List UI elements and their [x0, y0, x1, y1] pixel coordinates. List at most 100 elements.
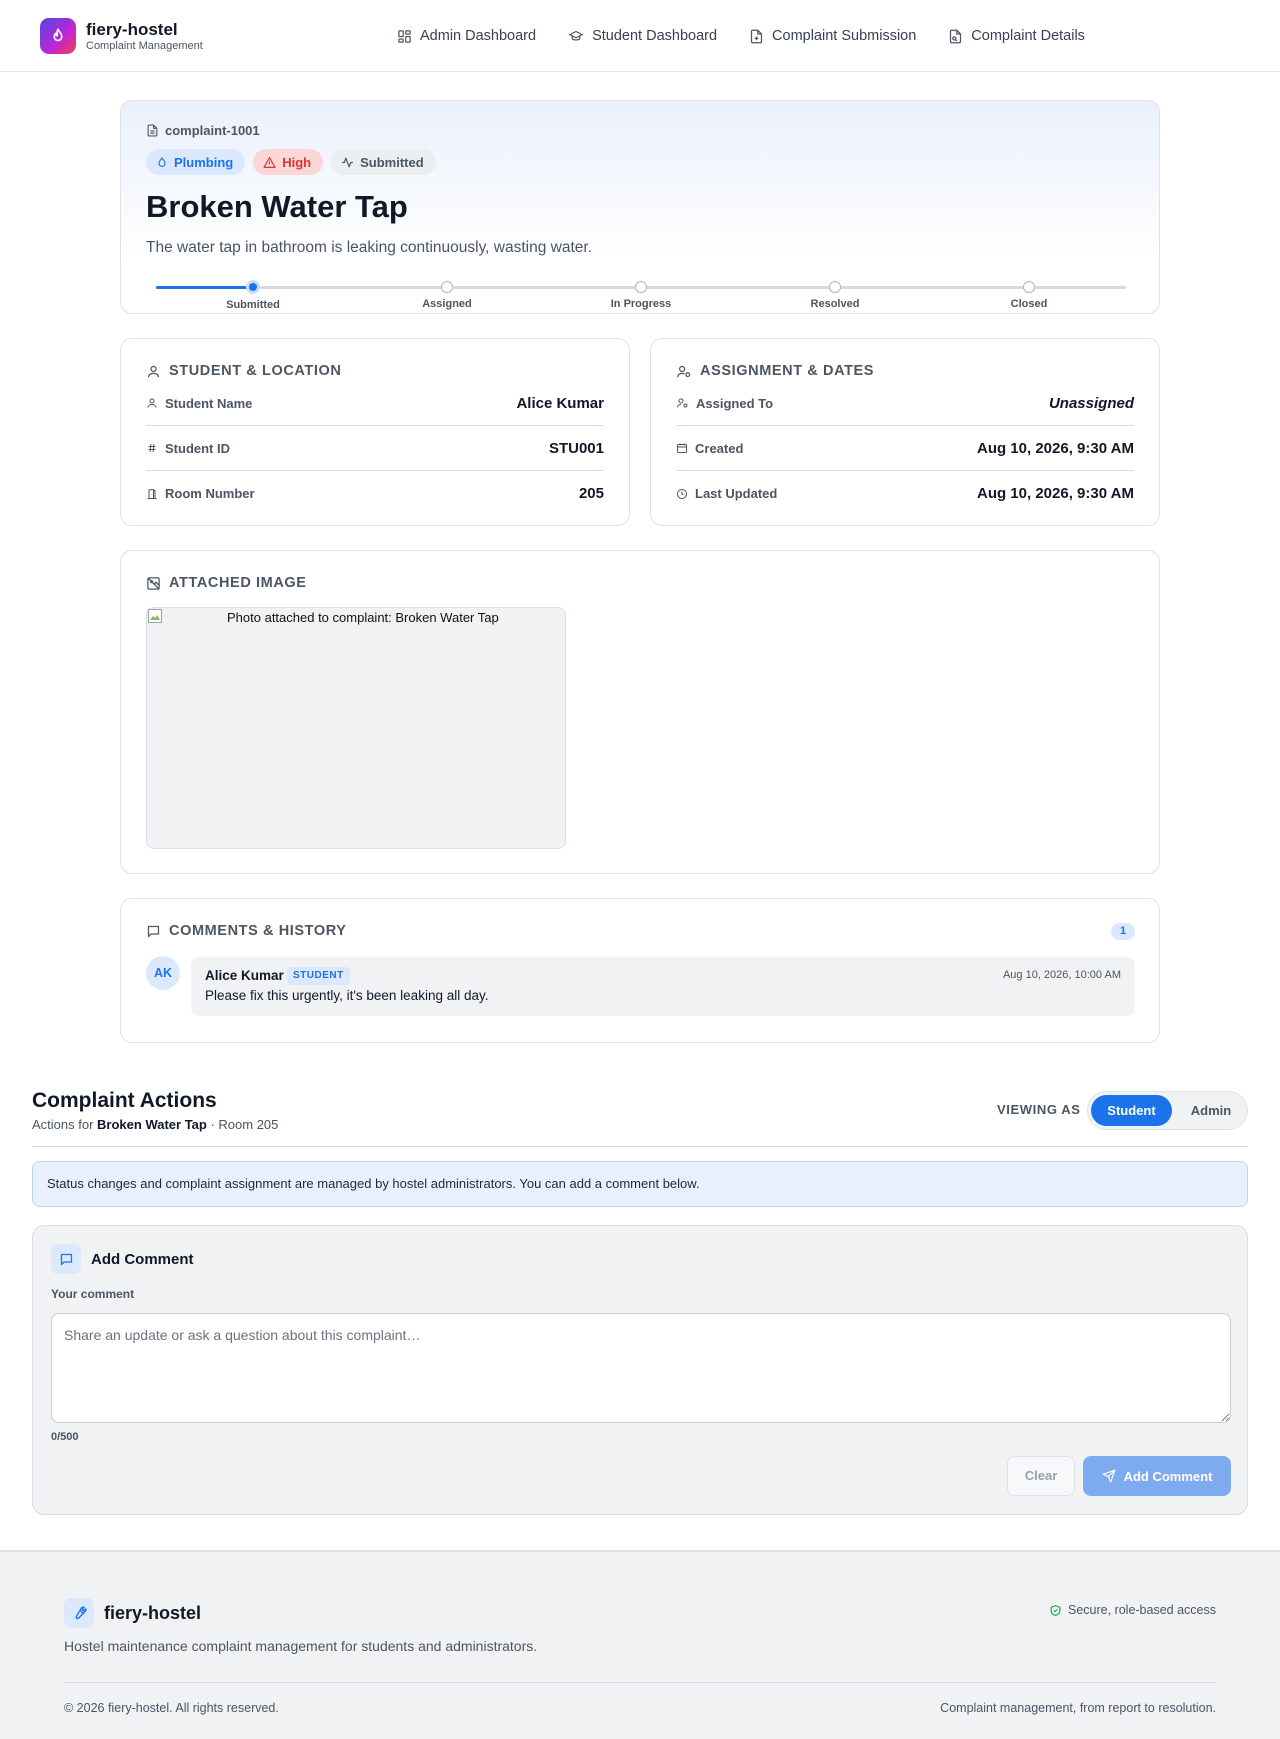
droplet-icon [158, 156, 166, 167]
attached-image-heading: ATTACHED IMAGE [146, 575, 307, 591]
footer: fiery-hostel Secure, role-based access H… [0, 1550, 1280, 1739]
send-icon [1102, 1469, 1115, 1483]
file-plus-icon [750, 29, 763, 43]
clear-button[interactable]: Clear [1007, 1456, 1075, 1496]
secure-access-text: Secure, role-based access [1068, 1603, 1216, 1617]
complaint-photo[interactable]: Photo attached to complaint: Broken Wate… [146, 607, 566, 849]
warning-icon [263, 156, 276, 168]
complaint-id: complaint-1001 [146, 123, 260, 138]
kv-label-text: Assigned To [696, 395, 774, 411]
comment-field-label: Your comment [51, 1287, 135, 1301]
section-title-text: COMMENTS & HISTORY [169, 923, 347, 939]
char-counter: 0/500 [51, 1431, 79, 1443]
nav-complaint-submission[interactable]: Complaint Submission [749, 24, 916, 48]
nav-complaint-details[interactable]: Complaint Details [948, 24, 1085, 48]
step-label: Submitted [226, 299, 280, 311]
category-text: Plumbing [174, 154, 234, 170]
kv-label: Created [676, 441, 743, 456]
kv-label: Student ID [146, 441, 230, 456]
clock-icon [677, 488, 687, 499]
kv-label-text: Created [695, 440, 744, 456]
user-cog-icon [677, 365, 691, 377]
comment-author: Alice Kumar [205, 968, 284, 983]
add-comment-title: Add Comment [91, 1251, 194, 1268]
assignment-dates-heading: ASSIGNMENT & DATES [676, 363, 874, 379]
room-number-value: 205 [578, 485, 604, 502]
section-title-text: STUDENT & LOCATION [169, 363, 342, 379]
progress-step-closed: Closed [969, 281, 1089, 310]
image-off-icon [147, 576, 160, 590]
priority-badge: High [253, 149, 324, 175]
assigned-to-row: Assigned To Unassigned [676, 381, 1134, 426]
app-name: fiery-hostel [86, 19, 178, 39]
viewing-as-label: VIEWING AS [997, 1102, 1081, 1117]
student-id-row: Student ID STU001 [146, 426, 604, 471]
status-progress-track: Submitted Assigned In Progress Resolved … [156, 280, 1126, 311]
footer-brand-name: fiery-hostel [104, 1602, 202, 1623]
dashboard-icon [398, 29, 411, 43]
footer-tagline: Complaint management, from report to res… [940, 1701, 1216, 1715]
footer-divider [64, 1682, 1216, 1683]
actions-subtitle: Actions for Broken Water Tap · Room 205 [32, 1117, 278, 1132]
graduation-cap-icon [569, 30, 583, 41]
wrench-icon [64, 1598, 94, 1628]
brand[interactable]: fiery-hostel Complaint Management [40, 18, 203, 54]
student-id-value: STU001 [548, 439, 604, 457]
section-title-text: ATTACHED IMAGE [169, 575, 307, 591]
message-icon [147, 925, 160, 937]
calendar-icon [677, 443, 687, 453]
progress-step-in-progress: In Progress [581, 281, 701, 310]
kv-label: Room Number [146, 486, 255, 501]
room-number-row: Room Number 205 [146, 471, 604, 516]
complaint-summary-card: complaint-1001 Plumbing High Submitted B… [120, 100, 1160, 314]
actions-subtitle-title: Broken Water Tap [97, 1117, 207, 1132]
step-dot [829, 281, 841, 293]
kv-label-text: Last Updated [695, 486, 778, 501]
footer-description: Hostel maintenance complaint management … [64, 1638, 538, 1654]
photo-alt-text: Photo attached to complaint: Broken Wate… [227, 610, 499, 625]
avatar: AK [146, 956, 180, 990]
attached-image-card: ATTACHED IMAGE Photo attached to complai… [120, 550, 1160, 874]
section-title-text: ASSIGNMENT & DATES [700, 363, 875, 379]
message-icon [51, 1244, 81, 1274]
role-admin-button[interactable]: Admin [1178, 1095, 1244, 1126]
hash-icon [148, 443, 156, 453]
copyright: © 2026 fiery-hostel. All rights reserved… [64, 1701, 279, 1715]
top-navigation-bar: fiery-hostel Complaint Management Admin … [0, 0, 1280, 72]
role-toggle: Student Admin [1087, 1091, 1248, 1130]
user-icon [147, 365, 160, 377]
file-search-icon [950, 29, 962, 43]
complaint-title: Broken Water Tap [146, 189, 408, 224]
actions-subtitle-room: · Room 205 [210, 1117, 279, 1132]
app-subtitle: Complaint Management [86, 39, 203, 52]
complaint-description: The water tap in bathroom is leaking con… [146, 239, 593, 256]
comments-heading: COMMENTS & HISTORY [146, 923, 347, 939]
actions-divider [32, 1146, 1248, 1147]
nav-admin-dashboard[interactable]: Admin Dashboard [397, 24, 536, 48]
nav-student-dashboard[interactable]: Student Dashboard [568, 24, 717, 48]
complaint-id-text: complaint-1001 [165, 123, 260, 138]
complaint-badges: Plumbing High Submitted [146, 149, 436, 175]
progress-step-resolved: Resolved [775, 281, 895, 310]
priority-text: High [282, 154, 312, 170]
comment-count-badge: 1 [1111, 923, 1135, 940]
actions-title: Complaint Actions [32, 1089, 217, 1112]
nav-label: Complaint Submission [772, 28, 917, 44]
comments-history-card: COMMENTS & HISTORY 1 AK Alice Kumar STUD… [120, 898, 1160, 1043]
step-dot [246, 280, 260, 294]
step-label: Assigned [422, 298, 472, 310]
created-value: Aug 10, 2026, 9:30 AM [976, 439, 1134, 457]
add-comment-button[interactable]: Add Comment [1083, 1456, 1231, 1496]
status-text: Submitted [360, 154, 424, 170]
last-updated-value: Aug 10, 2026, 9:30 AM [976, 485, 1134, 502]
status-badge: Submitted [331, 149, 436, 175]
broken-image-icon [148, 609, 162, 623]
kv-label-text: Room Number [165, 486, 255, 501]
kv-label-text: Student Name [165, 395, 253, 411]
comment-textarea[interactable] [51, 1313, 1231, 1423]
step-label: Closed [1010, 298, 1048, 310]
kv-label: Assigned To [676, 396, 773, 411]
kv-label: Last Updated [676, 486, 777, 501]
student-location-card: STUDENT & LOCATION Student Name Alice Ku… [120, 338, 630, 526]
role-student-button[interactable]: Student [1091, 1095, 1172, 1126]
